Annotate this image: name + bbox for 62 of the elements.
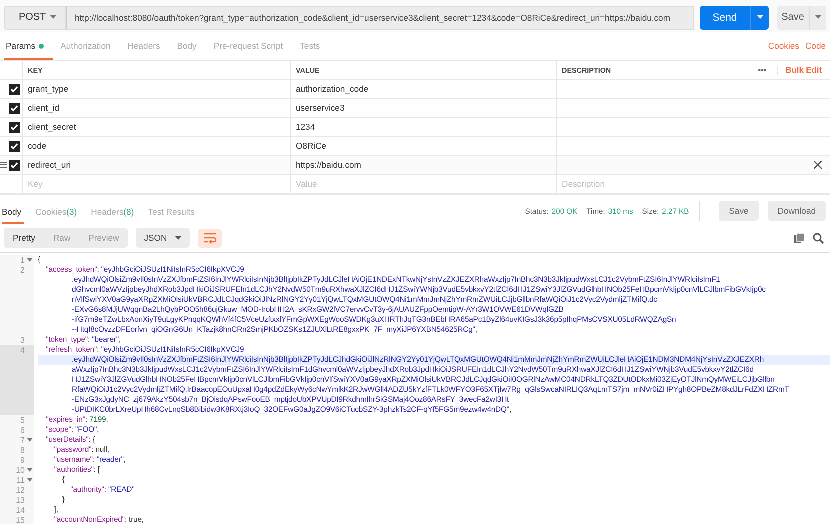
checkbox[interactable] — [9, 160, 20, 170]
url-field[interactable]: http://localhost:8080/oauth/token?grant_type=authorization_code&client_id=userservice3&client_secret=1234&code=O8RiCe&redirect_uri=https://baidu.com — [66, 6, 694, 30]
line-number: 6 — [20, 426, 25, 434]
method-dropdown[interactable]: POST — [4, 6, 66, 30]
save-button[interactable]: Save — [777, 6, 809, 30]
line-number: 13 — [16, 496, 25, 504]
line-number: 5 — [20, 416, 25, 424]
line-number: 8 — [20, 446, 25, 454]
link[interactable]: Code — [805, 41, 826, 60]
caret-icon — [756, 15, 764, 20]
search-icon[interactable] — [813, 232, 824, 244]
caret-icon — [50, 15, 58, 20]
checkbox[interactable] — [9, 84, 20, 94]
param-key-cell[interactable]: code — [22, 137, 290, 155]
response-button[interactable]: Save — [719, 201, 759, 221]
param-value-cell[interactable]: https://baidu.com — [290, 156, 556, 174]
bulk-edit-link[interactable]: Bulk Edit — [786, 65, 822, 75]
caret-icon — [814, 15, 822, 20]
response-button[interactable]: Download — [768, 201, 826, 221]
caret-icon — [175, 236, 182, 240]
line-number: 9 — [20, 456, 25, 464]
param-value-cell[interactable]: userservice3 — [290, 99, 556, 117]
line-number: 1 — [20, 256, 25, 264]
param-value-cell[interactable]: authorization_code — [290, 80, 556, 98]
line-number: 2 — [20, 266, 25, 274]
request-tab[interactable]: Params — [4, 41, 53, 60]
fold-caret-icon[interactable] — [26, 258, 32, 262]
param-key-cell[interactable]: client_id — [22, 99, 290, 117]
save-options-button[interactable] — [809, 6, 826, 30]
response-tab[interactable]: Headers(8) — [91, 201, 136, 224]
link[interactable]: Cookies — [768, 41, 800, 60]
more-button[interactable]: ••• — [758, 66, 778, 74]
format-dropdown[interactable]: JSON — [136, 228, 190, 248]
drag-handle-icon[interactable] — [0, 162, 7, 168]
checkbox[interactable] — [9, 140, 20, 152]
param-key-cell[interactable]: redirect_uri — [22, 156, 290, 174]
line-number: 11 — [16, 476, 25, 484]
send-button[interactable]: Send — [700, 6, 750, 30]
checkbox[interactable] — [9, 122, 20, 132]
line-number: 15 — [16, 516, 25, 524]
wrap-lines-icon — [203, 232, 218, 244]
fold-caret-icon[interactable] — [26, 438, 32, 442]
fold-caret-icon[interactable] — [26, 478, 32, 482]
fold-caret-icon[interactable] — [26, 468, 32, 472]
line-number: 3 — [20, 336, 25, 344]
response-tab[interactable]: Body — [2, 201, 24, 224]
view-mode-tab[interactable]: Pretty — [4, 228, 44, 248]
param-value-cell[interactable]: 1234 — [290, 118, 556, 136]
line-number: 7 — [20, 436, 25, 444]
checkbox[interactable] — [9, 102, 20, 114]
param-key-cell[interactable]: client_secret — [22, 118, 290, 136]
line-number: 14 — [16, 506, 25, 514]
line-number: 10 — [16, 466, 25, 474]
param-value-cell[interactable]: O8RiCe — [290, 137, 556, 155]
close-icon[interactable] — [814, 161, 822, 169]
line-number: 4 — [20, 346, 25, 354]
wrap-lines-button[interactable] — [198, 228, 222, 248]
copy-icon[interactable] — [794, 232, 805, 244]
response-tab[interactable]: Cookies(3) — [36, 201, 80, 224]
send-options-button[interactable] — [750, 6, 769, 30]
line-number: 12 — [16, 486, 25, 494]
param-key-cell[interactable]: grant_type — [22, 80, 290, 98]
